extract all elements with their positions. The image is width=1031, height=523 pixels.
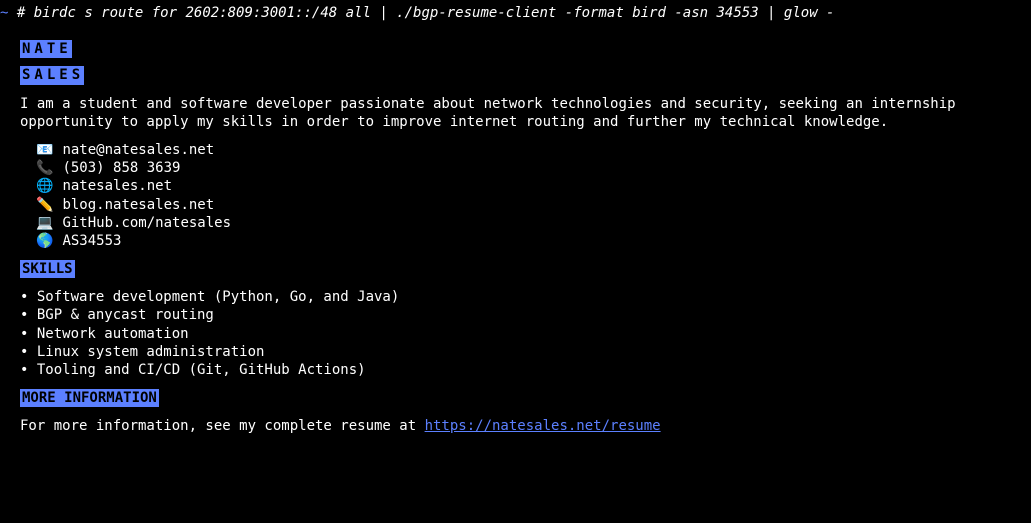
skill-item: Software development (Python, Go, and Ja…: [20, 288, 1031, 306]
header-more-info: MORE INFORMATION: [20, 389, 159, 407]
prompt-hash: #: [17, 5, 25, 21]
contact-email: 📧 nate@natesales.net: [36, 141, 1031, 159]
shell-prompt-line[interactable]: ~ # birdc s route for 2602:809:3001::/48…: [0, 4, 1031, 32]
resume-link[interactable]: https://natesales.net/resume: [425, 418, 661, 434]
skills-list: Software development (Python, Go, and Ja…: [20, 288, 1031, 379]
intro-paragraph: I am a student and software developer pa…: [20, 95, 1031, 131]
contact-text: natesales.net: [62, 178, 172, 194]
skill-item: Linux system administration: [20, 343, 1031, 361]
skill-item: Tooling and CI/CD (Git, GitHub Actions): [20, 361, 1031, 379]
contact-text: AS34553: [62, 233, 121, 249]
header-skills: SKILLS: [20, 260, 75, 278]
contact-text: (503) 858 3639: [62, 160, 180, 176]
contact-list: 📧 nate@natesales.net 📞 (503) 858 3639 🌐 …: [36, 141, 1031, 250]
more-info-header-block: MORE INFORMATION: [20, 389, 1031, 407]
globe-icon: 🌐: [36, 177, 54, 195]
contact-text: nate@natesales.net: [62, 142, 214, 158]
header-first-name: NATE: [20, 40, 72, 58]
skill-item: Network automation: [20, 325, 1031, 343]
terminal-output: NATE SALES I am a student and software d…: [0, 40, 1031, 435]
more-info-prefix: For more information, see my complete re…: [20, 418, 425, 434]
laptop-icon: 💻: [36, 214, 54, 232]
prompt-command: birdc s route for 2602:809:3001::/48 all…: [34, 5, 835, 21]
lastname-header-block: SALES: [20, 66, 1031, 84]
contact-text: GitHub.com/natesales: [62, 215, 231, 231]
name-header-block: NATE: [20, 40, 1031, 58]
contact-asn: 🌎 AS34553: [36, 232, 1031, 250]
header-last-name: SALES: [20, 66, 84, 84]
skills-header-block: SKILLS: [20, 260, 1031, 278]
more-info-line: For more information, see my complete re…: [20, 417, 1031, 435]
skill-item: BGP & anycast routing: [20, 306, 1031, 324]
contact-github: 💻 GitHub.com/natesales: [36, 214, 1031, 232]
contact-text: blog.natesales.net: [62, 197, 214, 213]
prompt-tilde: ~: [0, 5, 8, 21]
earth-icon: 🌎: [36, 232, 54, 250]
pencil-icon: ✏️: [36, 196, 54, 214]
contact-blog: ✏️ blog.natesales.net: [36, 196, 1031, 214]
email-icon: 📧: [36, 141, 54, 159]
contact-website: 🌐 natesales.net: [36, 177, 1031, 195]
contact-phone: 📞 (503) 858 3639: [36, 159, 1031, 177]
phone-icon: 📞: [36, 159, 54, 177]
